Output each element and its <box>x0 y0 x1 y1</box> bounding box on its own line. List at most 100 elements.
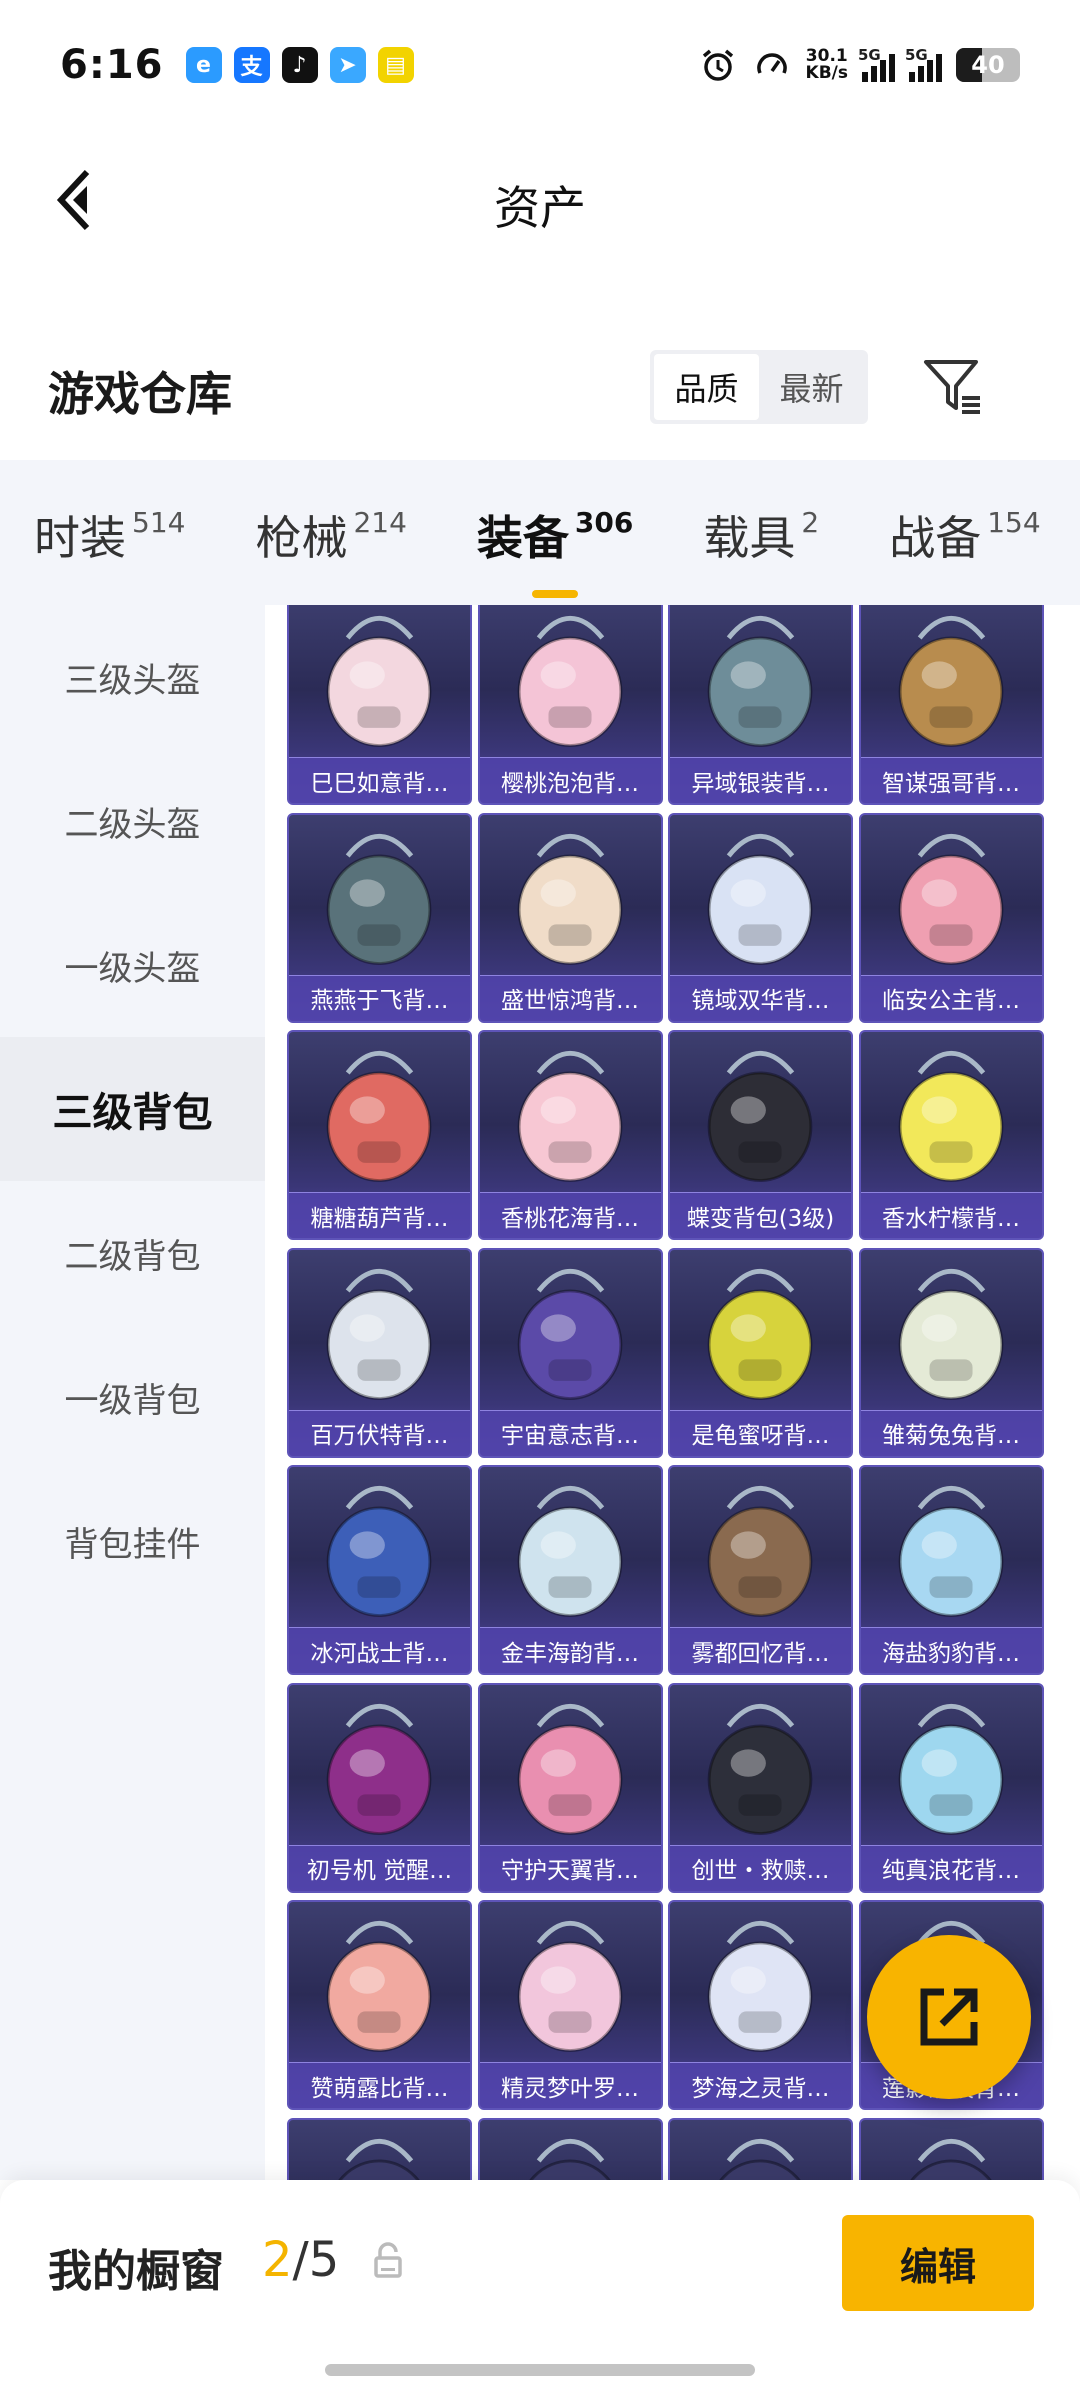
backpack-name: 守护天翼背… <box>479 1844 661 1891</box>
backpack-card[interactable] <box>287 2117 472 2180</box>
backpack-card[interactable]: 宇宙意志背… <box>477 1247 663 1458</box>
category-item[interactable]: 一级头盔 <box>0 893 265 1037</box>
backpack-card[interactable]: 蝶变背包(3级) <box>668 1030 853 1240</box>
backpack-name: 是龟蜜呀背… <box>670 1409 851 1456</box>
sort-newest-button[interactable]: 最新 <box>759 354 864 420</box>
backpack-card[interactable]: 赞萌露比背… <box>287 1900 472 2110</box>
backpack-image <box>480 1250 661 1415</box>
backpack-name: 香水柠檬背… <box>860 1192 1042 1238</box>
filter-button[interactable] <box>920 354 986 420</box>
tab-0[interactable]: 时装 514 <box>34 460 185 568</box>
backpack-image <box>289 1032 470 1197</box>
showcase-total: 5 <box>308 2232 340 2288</box>
backpack-image <box>289 815 470 980</box>
backpack-card[interactable]: 梦海之灵背… <box>668 1900 853 2110</box>
tab-count: 2 <box>801 506 820 539</box>
backpack-card[interactable]: 海盐豹豹背… <box>858 1465 1044 1675</box>
showcase-title: 我的橱窗 <box>48 2246 224 2297</box>
category-item[interactable]: 三级头盔 <box>0 605 265 749</box>
backpack-card[interactable]: 初号机 觉醒… <box>287 1682 472 1893</box>
lock-icon <box>374 2242 402 2278</box>
tab-3[interactable]: 载具 2 <box>703 460 819 568</box>
backpack-card[interactable]: 金丰海韵背… <box>477 1465 663 1675</box>
backpack-card[interactable] <box>477 2117 663 2180</box>
home-indicator[interactable] <box>325 2364 755 2376</box>
backpack-card[interactable]: 冰河战士背… <box>287 1465 472 1675</box>
backpack-image <box>861 1032 1042 1197</box>
backpack-card[interactable]: 糖糖葫芦背… <box>287 1030 472 1240</box>
tiktok-icon: ♪ <box>281 47 318 83</box>
category-list: 三级头盔 二级头盔 一级头盔 三级背包 二级背包 一级背包 背包挂件 <box>0 605 265 2180</box>
backpack-image <box>861 1685 1042 1850</box>
backpack-card[interactable]: 香水柠檬背… <box>858 1030 1044 1240</box>
backpack-image <box>861 1467 1042 1632</box>
tab-2[interactable]: 装备 306 <box>477 460 633 568</box>
alipay-icon: 支 <box>233 47 270 83</box>
category-item[interactable]: 二级头盔 <box>0 749 265 893</box>
backpack-card[interactable]: 守护天翼背… <box>477 1682 663 1893</box>
category-item[interactable]: 三级背包 <box>0 1037 265 1181</box>
tab-label: 战备 <box>889 511 982 565</box>
backpack-card[interactable]: 樱桃泡泡背… <box>477 605 663 805</box>
backpack-image <box>670 1685 851 1850</box>
backpack-image <box>670 1902 851 2067</box>
backpack-card[interactable]: 是龟蜜呀背… <box>668 1247 853 1458</box>
backpack-card[interactable]: 百万伏特背… <box>287 1247 472 1458</box>
backpack-card[interactable]: 雏菊兔兔背… <box>858 1247 1044 1458</box>
backpack-name: 百万伏特背… <box>289 1409 470 1456</box>
backpack-name: 盛世惊鸿背… <box>479 974 661 1021</box>
backpack-name: 糖糖葫芦背… <box>289 1192 470 1238</box>
backpack-card[interactable]: 异域银装背… <box>668 605 853 805</box>
backpack-image <box>670 605 851 762</box>
backpack-card[interactable]: 智谋强哥背… <box>858 605 1044 805</box>
page-title: 资产 <box>494 181 586 235</box>
backpack-card[interactable]: 临安公主背… <box>858 812 1044 1023</box>
showcase-bar: 我的橱窗 2/5 编辑 <box>0 2180 1080 2400</box>
tab-4[interactable]: 战备 154 <box>889 460 1040 568</box>
backpack-card[interactable] <box>858 2117 1044 2180</box>
tab-label: 枪械 <box>255 511 348 565</box>
backpack-card[interactable]: 纯真浪花背… <box>858 1682 1044 1893</box>
backpack-card[interactable]: 香桃花海背… <box>477 1030 663 1240</box>
category-item[interactable]: 背包挂件 <box>0 1469 265 1613</box>
tab-1[interactable]: 枪械 214 <box>255 460 406 568</box>
tab-label: 装备 <box>476 511 569 565</box>
tab-count: 154 <box>987 506 1041 539</box>
warehouse-title: 游戏仓库 <box>48 367 232 421</box>
backpack-card[interactable]: 燕燕于飞背… <box>287 812 472 1023</box>
backpack-image <box>670 815 851 980</box>
browser-icon: e <box>185 47 222 83</box>
backpack-card[interactable]: 创世・救赎… <box>668 1682 853 1893</box>
backpack-image <box>670 1250 851 1415</box>
backpack-name: 创世・救赎… <box>670 1844 851 1891</box>
category-item[interactable]: 一级背包 <box>0 1325 265 1469</box>
net-speed: 30.1 KB/s <box>806 48 848 82</box>
backpack-card[interactable] <box>668 2117 853 2180</box>
status-app-icons: e 支 ♪ ➤ ▤ <box>185 47 414 83</box>
backpack-card[interactable]: 镜域双华背… <box>668 812 853 1023</box>
category-item[interactable]: 二级背包 <box>0 1181 265 1325</box>
backpack-name: 蝶变背包(3级) <box>670 1192 851 1238</box>
backpack-card[interactable]: 盛世惊鸿背… <box>477 812 663 1023</box>
sort-quality-button[interactable]: 品质 <box>654 354 759 420</box>
showcase-current: 2 <box>262 2232 293 2288</box>
yellow-app-icon: ▤ <box>377 47 414 83</box>
backpack-image <box>670 1467 851 1632</box>
backpack-image <box>670 2120 851 2180</box>
backpack-name: 镜域双华背… <box>670 974 851 1021</box>
edit-button[interactable]: 编辑 <box>842 2215 1034 2311</box>
backpack-name: 智谋强哥背… <box>860 757 1042 803</box>
backpack-card[interactable]: 精灵梦叶罗… <box>477 1900 663 2110</box>
backpack-card[interactable]: 雾都回忆背… <box>668 1465 853 1675</box>
backpack-image <box>480 815 661 980</box>
backpack-name: 异域银装背… <box>670 757 851 803</box>
backpack-image <box>480 605 661 762</box>
backpack-name: 金丰海韵背… <box>479 1627 661 1673</box>
showcase-separator: / <box>292 2232 309 2288</box>
share-button[interactable] <box>867 1935 1031 2099</box>
signal-icon-1: 5G <box>858 46 895 82</box>
backpack-card[interactable]: 巳巳如意背… <box>287 605 472 805</box>
tab-count: 306 <box>574 506 634 539</box>
backpack-name: 冰河战士背… <box>289 1627 470 1673</box>
backpack-name: 初号机 觉醒… <box>289 1844 470 1891</box>
